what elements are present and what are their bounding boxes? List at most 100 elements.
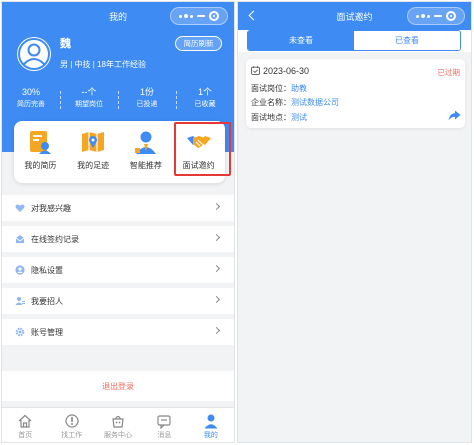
mini-program-capsule	[407, 7, 465, 25]
find-job-icon	[65, 414, 79, 428]
tab-messages[interactable]: 消息	[141, 408, 187, 442]
user-name: 魏	[60, 38, 71, 50]
chevron-right-icon	[212, 295, 221, 304]
quick-interview-invitation[interactable]: 面试邀约	[172, 121, 231, 183]
tab-service-center[interactable]: 服务中心	[95, 408, 141, 442]
stat-label: 已投递	[136, 101, 158, 108]
minimize-icon[interactable]	[197, 15, 205, 17]
resume-refresh-button[interactable]: 简历刷新	[175, 36, 222, 51]
recommend-person-icon	[134, 131, 156, 154]
stat-value: 30%	[21, 87, 40, 97]
tab-profile[interactable]: 我的	[188, 408, 234, 442]
back-chevron-icon[interactable]	[248, 10, 259, 21]
tab-label: 消息	[157, 432, 172, 439]
share-icon[interactable]	[448, 110, 461, 121]
menu-item-label: 我要招人	[31, 296, 63, 306]
menu-item-privacy-settings[interactable]: 隐私设置	[2, 257, 234, 283]
stat-resume-completion[interactable]: 30% 简历完善	[2, 86, 60, 110]
stats-row: 30% 简历完善 --个 期望岗位 1份 已投递 1个 已收藏	[2, 86, 234, 110]
card-row-position: 面试岗位：助教	[251, 83, 307, 94]
minimize-icon[interactable]	[434, 15, 442, 17]
card-row-value: 测试数据公司	[291, 98, 339, 107]
profile-title-bar: 我的	[2, 2, 234, 30]
card-row-value: 助教	[291, 84, 307, 93]
card-row-key: 面试地点：	[251, 113, 291, 122]
menu-item-label: 对我感兴趣	[31, 203, 71, 213]
message-icon	[157, 415, 172, 429]
service-center-icon	[112, 415, 124, 428]
map-icon	[82, 132, 105, 152]
tab-label: 首页	[18, 432, 33, 439]
card-row-company: 企业名称：测试数据公司	[251, 97, 339, 108]
menu-item-recruit[interactable]: 我要招人	[2, 288, 234, 314]
stat-value: 1个	[197, 87, 212, 97]
profile-icon	[204, 414, 218, 429]
privacy-user-icon	[15, 265, 25, 275]
page-title: 我的	[108, 11, 127, 22]
resume-icon	[30, 131, 52, 154]
segment-panel: 未查看 已查看	[238, 30, 471, 52]
quick-label: 智能推荐	[129, 161, 162, 170]
menu-item-interested-in-me[interactable]: 对我感兴趣	[2, 195, 234, 221]
tab-find-job[interactable]: 找工作	[48, 408, 94, 442]
interview-title-bar: 面试邀约	[238, 2, 471, 30]
tab-viewed[interactable]: 已查看	[354, 31, 460, 50]
envelope-icon	[15, 235, 25, 243]
interview-invitation-screen: 面试邀约 未查看 已查看 2023-06-30 已过期 面试岗位：助教 企业名称…	[237, 1, 472, 443]
heart-icon	[15, 204, 25, 212]
quick-my-footprint[interactable]: 我的足迹	[67, 121, 120, 183]
close-target-icon[interactable]	[209, 11, 219, 21]
recruit-icon	[15, 297, 25, 305]
stat-favorited[interactable]: 1个 已收藏	[176, 86, 234, 110]
handshake-icon	[186, 136, 211, 148]
profile-screen: 我的 魏 男 | 中技 | 18年工作经验 简历刷新 30% 简历完善 --个 …	[1, 1, 235, 443]
tab-label: 找工作	[61, 432, 83, 439]
card-row-location: 面试地点：测试	[251, 112, 307, 123]
avatar-person-icon	[18, 38, 50, 70]
stat-label: 已收藏	[194, 101, 216, 108]
menu-item-label: 在线签约记录	[31, 234, 79, 244]
more-dots-icon[interactable]	[416, 14, 430, 18]
page-title: 面试邀约	[336, 11, 373, 22]
more-dots-icon[interactable]	[179, 14, 193, 18]
mini-program-capsule	[170, 7, 228, 25]
logout-button[interactable]: 退出登录	[2, 371, 234, 401]
bottom-tab-bar: 首页 找工作 服务中心 消息 我的	[2, 407, 234, 442]
stat-applied[interactable]: 1份 已投递	[118, 86, 176, 110]
segment-control: 未查看 已查看	[247, 30, 461, 51]
home-icon	[18, 414, 32, 428]
settings-gear-icon	[15, 327, 25, 337]
card-row-key: 面试岗位：	[251, 84, 291, 93]
quick-my-resume[interactable]: 我的简历	[14, 121, 67, 183]
calendar-check-icon	[251, 66, 260, 75]
stat-label: 简历完善	[17, 101, 45, 108]
stat-value: 1份	[139, 87, 154, 97]
quick-label: 我的足迹	[77, 161, 110, 170]
stat-expected-positions[interactable]: --个 期望岗位	[60, 86, 118, 110]
stat-value: --个	[81, 87, 97, 97]
quick-actions-card: 我的简历 我的足迹 智能推荐 面试邀约	[14, 121, 231, 183]
menu-item-label: 账号管理	[31, 327, 63, 337]
quick-label: 我的简历	[24, 161, 57, 170]
tab-label: 服务中心	[104, 432, 133, 439]
tab-label: 我的	[203, 432, 218, 439]
interview-date: 2023-06-30	[263, 66, 310, 76]
interview-card[interactable]: 2023-06-30 已过期 面试岗位：助教 企业名称：测试数据公司 面试地点：…	[246, 59, 465, 128]
avatar[interactable]	[17, 37, 51, 71]
chevron-right-icon	[212, 264, 221, 273]
card-row-value: 测试	[291, 113, 307, 122]
tab-unviewed[interactable]: 未查看	[248, 31, 354, 50]
status-badge: 已过期	[437, 68, 461, 77]
menu-item-account-management[interactable]: 账号管理	[2, 319, 234, 345]
tab-home[interactable]: 首页	[2, 408, 48, 442]
stat-label: 期望岗位	[75, 101, 103, 108]
quick-smart-recommend[interactable]: 智能推荐	[120, 121, 173, 183]
chevron-right-icon	[212, 326, 221, 335]
menu-list: 对我感兴趣 在线签约记录 隐私设置 我要招人 账号管理	[2, 195, 234, 350]
card-row-key: 企业名称：	[251, 98, 291, 107]
close-target-icon[interactable]	[446, 11, 456, 21]
chevron-right-icon	[212, 233, 221, 242]
menu-item-online-contracts[interactable]: 在线签约记录	[2, 226, 234, 252]
quick-label: 面试邀约	[182, 161, 215, 170]
user-meta: 男 | 中技 | 18年工作经验	[60, 60, 146, 69]
